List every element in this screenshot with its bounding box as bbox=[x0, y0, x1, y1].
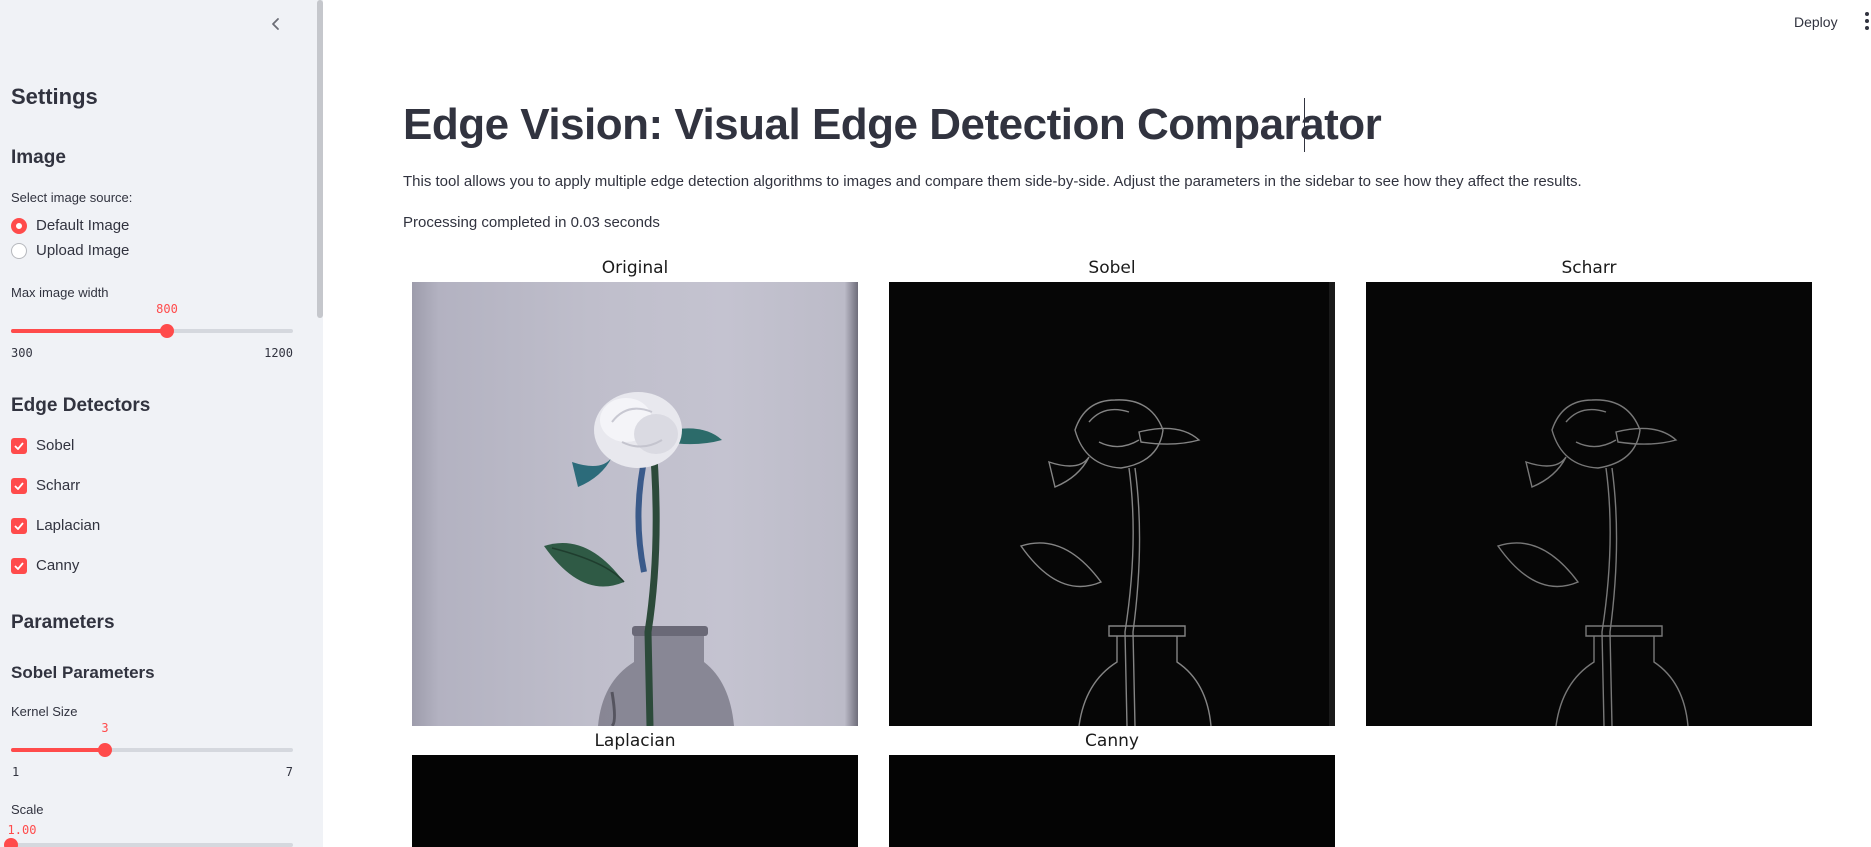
slider-thumb[interactable] bbox=[98, 743, 112, 757]
original-image bbox=[412, 282, 858, 726]
slider-max: 7 bbox=[285, 765, 293, 779]
rose-photo bbox=[544, 392, 734, 726]
checkbox-label: Canny bbox=[36, 557, 80, 574]
image-heading: Image bbox=[11, 147, 66, 168]
max-width-slider[interactable]: 800 300 1200 bbox=[11, 300, 293, 360]
slider-max: 1200 bbox=[264, 346, 293, 360]
panel-label-original: Original bbox=[601, 258, 669, 278]
image-source-label: Select image source: bbox=[11, 190, 133, 205]
checkbox-laplacian[interactable]: Laplacian bbox=[11, 517, 100, 534]
collapse-sidebar-button[interactable] bbox=[264, 12, 288, 36]
scharr-edges bbox=[1496, 399, 1689, 726]
slider-track bbox=[11, 843, 293, 847]
panel-label-scharr: Scharr bbox=[1561, 258, 1617, 278]
checkbox-scharr[interactable]: Scharr bbox=[11, 477, 80, 494]
checkbox-checked-icon bbox=[11, 437, 27, 454]
sobel-edges bbox=[1019, 282, 1335, 726]
checkbox-canny[interactable]: Canny bbox=[11, 557, 79, 574]
slider-fill bbox=[11, 748, 105, 752]
slider-thumb[interactable] bbox=[4, 838, 18, 847]
sidebar-scrollbar[interactable] bbox=[317, 0, 323, 318]
processing-status: Processing completed in 0.03 seconds bbox=[403, 214, 660, 231]
scharr-image bbox=[1366, 282, 1812, 726]
panel-label-sobel: Sobel bbox=[1088, 258, 1136, 278]
checkbox-checked-icon bbox=[11, 517, 27, 534]
slider-min: 1 bbox=[12, 765, 20, 779]
text-cursor bbox=[1304, 98, 1305, 152]
slider-value: 800 bbox=[156, 302, 178, 316]
app-root: Settings Image Select image source: Defa… bbox=[0, 0, 1871, 847]
slider-min: 300 bbox=[11, 346, 33, 360]
radio-label: Default Image bbox=[36, 217, 130, 234]
chevron-left-icon bbox=[272, 18, 279, 30]
checkbox-sobel[interactable]: Sobel bbox=[11, 437, 74, 454]
laplacian-image bbox=[412, 755, 858, 847]
checkbox-label: Laplacian bbox=[36, 517, 101, 534]
panel-label-laplacian: Laplacian bbox=[594, 731, 676, 751]
checkbox-checked-icon bbox=[11, 477, 27, 494]
sidebar: Settings Image Select image source: Defa… bbox=[0, 0, 323, 847]
radio-label: Upload Image bbox=[36, 242, 130, 259]
scale-slider[interactable]: 1.00 bbox=[4, 814, 293, 847]
checkbox-label: Sobel bbox=[36, 437, 75, 454]
canny-image bbox=[889, 755, 1335, 847]
deploy-button[interactable]: Deploy bbox=[1790, 12, 1842, 32]
radio-default-image[interactable]: Default Image bbox=[11, 217, 129, 234]
sidebar-title: Settings bbox=[11, 84, 98, 109]
edge-detectors-heading: Edge Detectors bbox=[11, 395, 151, 416]
panel-label-canny: Canny bbox=[1085, 731, 1139, 751]
radio-selected-icon bbox=[11, 217, 27, 234]
main-menu-icon[interactable] bbox=[1862, 12, 1871, 30]
sobel-parameters-heading: Sobel Parameters bbox=[11, 663, 155, 682]
checkbox-checked-icon bbox=[11, 557, 27, 574]
page-title: Edge Vision: Visual Edge Detection Compa… bbox=[403, 100, 1382, 149]
slider-value: 3 bbox=[101, 721, 109, 735]
checkbox-label: Scharr bbox=[36, 477, 81, 494]
page-description: This tool allows you to apply multiple e… bbox=[403, 173, 1582, 190]
max-width-label: Max image width bbox=[11, 285, 109, 300]
slider-value: 1.00 bbox=[7, 823, 37, 837]
radio-upload-image[interactable]: Upload Image bbox=[11, 242, 129, 259]
radio-unselected-icon bbox=[11, 242, 27, 259]
sobel-image bbox=[889, 282, 1335, 726]
kernel-size-slider[interactable]: 3 1 7 bbox=[11, 719, 293, 779]
slider-thumb[interactable] bbox=[160, 324, 174, 338]
kernel-size-label: Kernel Size bbox=[11, 704, 78, 719]
parameters-heading: Parameters bbox=[11, 612, 115, 633]
slider-fill bbox=[11, 329, 167, 333]
